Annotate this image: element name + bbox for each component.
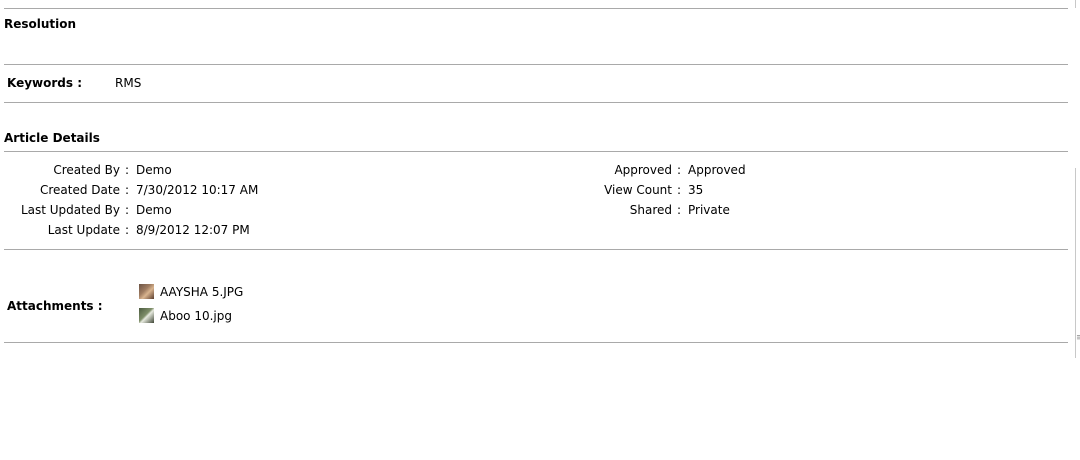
detail-label: Approved	[614, 163, 672, 177]
keywords-value: RMS	[115, 76, 142, 90]
scrollbar-track[interactable]	[1075, 168, 1076, 358]
divider-attachments	[4, 342, 1068, 343]
article-details-title: Article Details	[4, 131, 100, 145]
image-thumbnail-icon[interactable]	[139, 284, 154, 299]
detail-value: 35	[688, 183, 704, 197]
scrollbar-grip-icon[interactable]: ≡	[1076, 334, 1080, 343]
detail-colon: :	[677, 183, 682, 197]
detail-label: Shared	[629, 203, 672, 217]
scrollbar-track[interactable]	[1075, 0, 1076, 8]
detail-shared: Shared : Private	[0, 202, 1000, 218]
divider-keywords	[4, 102, 1068, 103]
detail-colon: :	[125, 223, 130, 237]
resolution-title: Resolution	[4, 17, 77, 31]
attachment-link[interactable]: AAYSHA 5.JPG	[160, 284, 243, 300]
divider-article-details-header	[4, 151, 1068, 152]
detail-value: 8/9/2012 12:07 PM	[136, 223, 250, 237]
divider-article-details	[4, 249, 1068, 250]
attachment-link[interactable]: Aboo 10.jpg	[160, 308, 232, 324]
divider-resolution	[4, 64, 1068, 65]
detail-last-update: Last Update : 8/9/2012 12:07 PM	[0, 222, 540, 238]
detail-value: Approved	[688, 163, 746, 177]
detail-value: Private	[688, 203, 730, 217]
detail-colon: :	[677, 203, 682, 217]
detail-colon: :	[677, 163, 682, 177]
detail-label: Last Update	[47, 223, 120, 237]
attachments-label: Attachments :	[7, 299, 103, 313]
detail-label: View Count	[604, 183, 672, 197]
detail-view-count: View Count : 35	[0, 182, 1000, 198]
image-thumbnail-icon[interactable]	[139, 308, 154, 323]
detail-approved: Approved : Approved	[0, 162, 1000, 178]
divider-top	[4, 8, 1068, 9]
keywords-label: Keywords :	[7, 76, 83, 90]
